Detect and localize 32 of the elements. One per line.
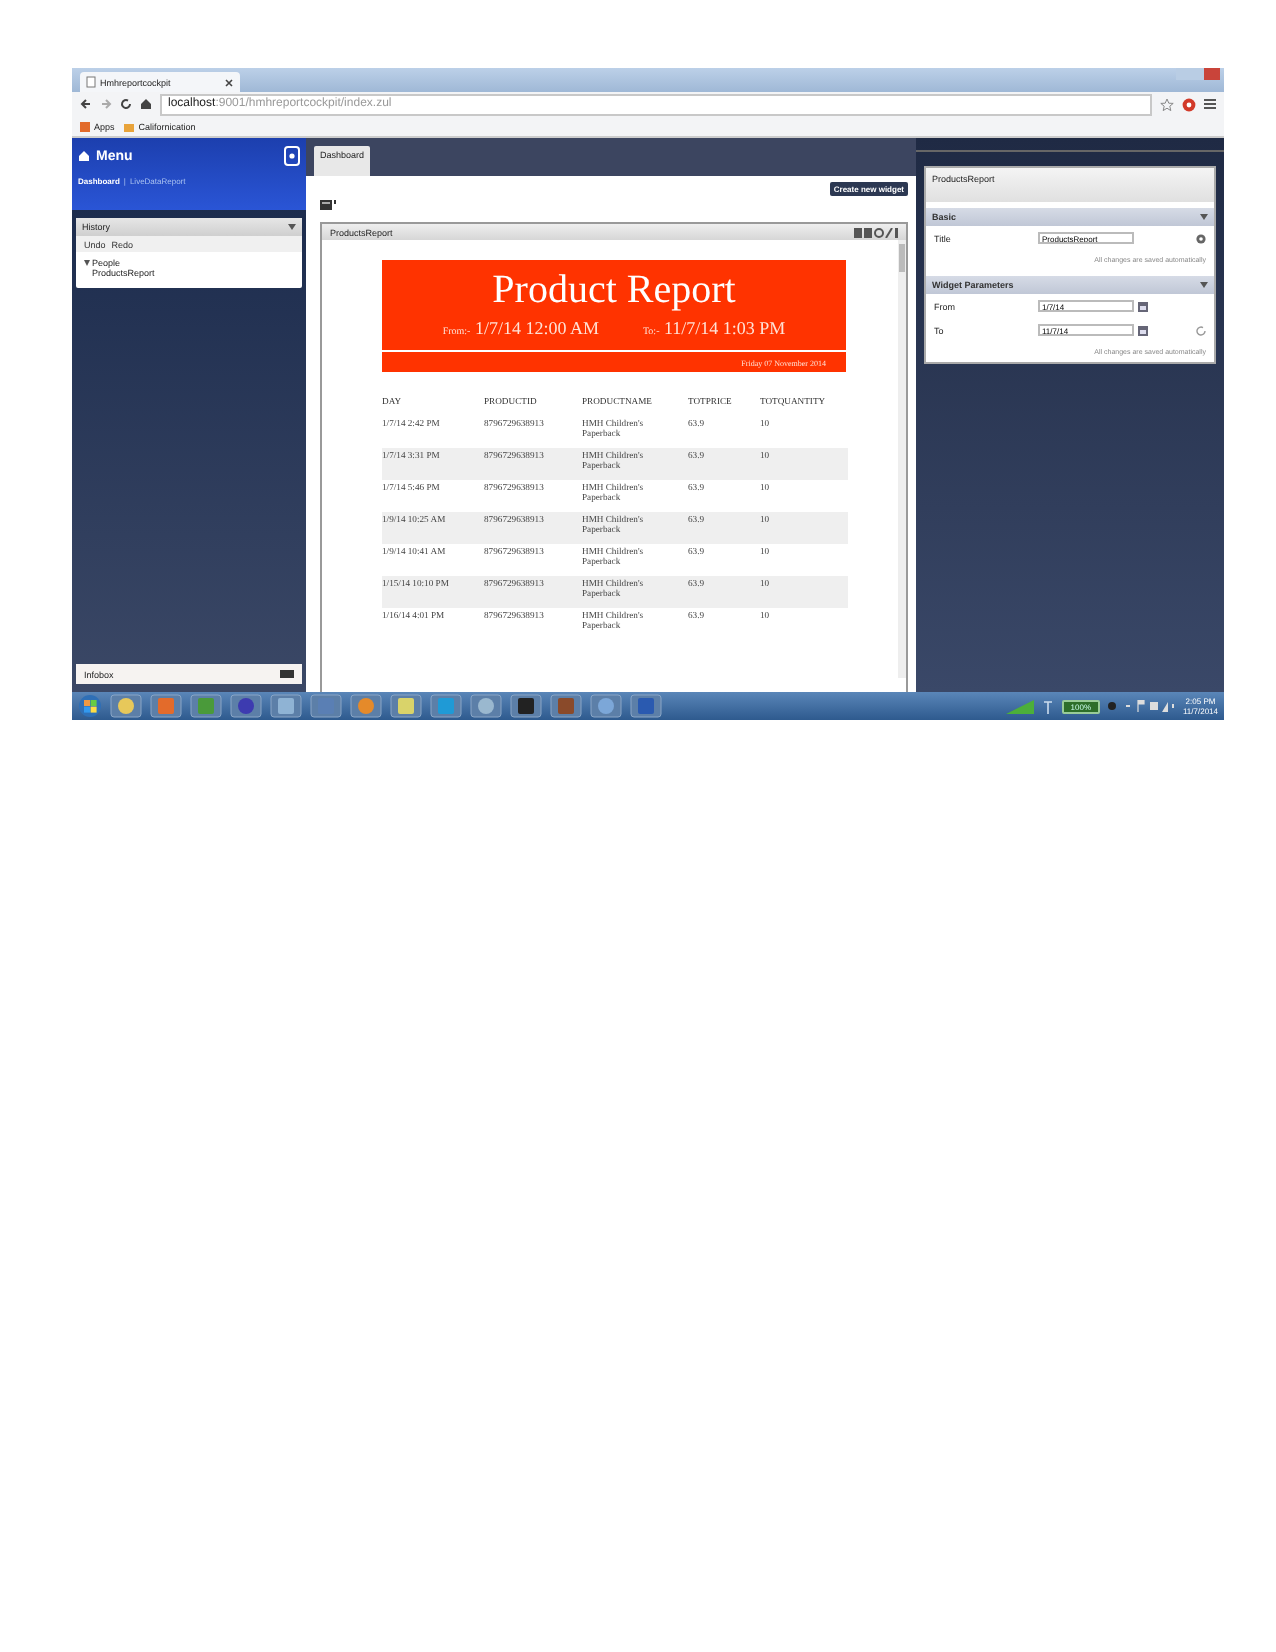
window-controls-drawing <box>1176 68 1220 82</box>
calendar-icon[interactable] <box>1138 301 1148 311</box>
reload-icon[interactable] <box>120 98 132 110</box>
taskbar-app-icon[interactable] <box>390 694 422 718</box>
taskbar-app-icon[interactable] <box>510 694 542 718</box>
scrollbar-drawing[interactable] <box>898 240 906 678</box>
expander-icon[interactable] <box>84 260 90 266</box>
widget-tools-icon[interactable] <box>854 227 898 237</box>
extension-icon[interactable] <box>1182 97 1196 111</box>
taskbar-app-icon[interactable] <box>230 694 262 718</box>
home-icon[interactable] <box>140 98 152 110</box>
dropdown-icon[interactable] <box>1200 282 1208 288</box>
folder-icon <box>124 121 135 131</box>
star-icon[interactable] <box>1160 97 1174 111</box>
settings-icon[interactable] <box>1196 233 1206 243</box>
report-title: Product Report <box>492 268 736 312</box>
back-icon[interactable] <box>80 98 92 110</box>
toggle-icon[interactable] <box>280 670 294 678</box>
start-icon[interactable] <box>78 694 102 718</box>
tray-icons-drawing[interactable] <box>1107 700 1175 712</box>
menu-icon[interactable] <box>1204 98 1216 110</box>
dropdown-icon[interactable] <box>288 224 296 230</box>
dropdown-icon[interactable] <box>1200 214 1208 220</box>
calendar-icon[interactable] <box>1138 325 1148 335</box>
page-icon <box>86 76 96 88</box>
apps-grid-icon <box>80 121 90 131</box>
close-icon[interactable] <box>224 77 234 87</box>
home-icon[interactable] <box>78 150 90 162</box>
signal-icon <box>1006 699 1035 713</box>
layout-icon[interactable] <box>320 200 336 212</box>
reset-icon[interactable] <box>1196 325 1206 335</box>
taskbar-app-icon[interactable] <box>110 694 142 718</box>
